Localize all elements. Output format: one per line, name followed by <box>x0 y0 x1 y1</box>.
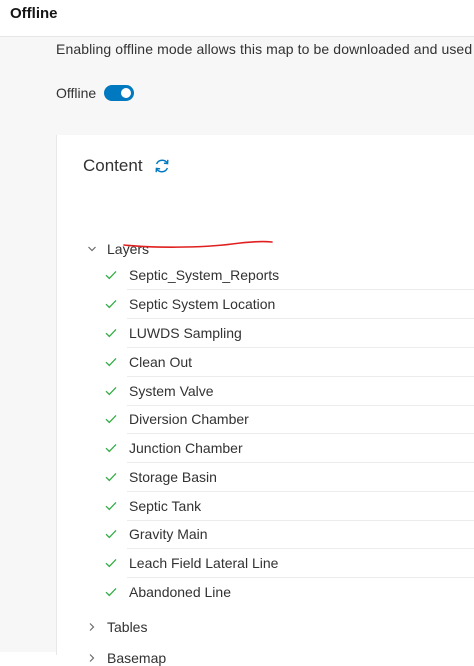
check-icon <box>105 386 117 396</box>
offline-description: Enabling offline mode allows this map to… <box>56 41 474 57</box>
check-icon <box>105 414 117 424</box>
layer-item[interactable]: Storage Basin <box>105 463 474 492</box>
page-title: Offline <box>10 5 58 22</box>
layer-item[interactable]: Gravity Main <box>105 520 474 549</box>
content-card: Content Layers Septic_System_Reports Sep… <box>56 135 474 666</box>
check-icon <box>105 501 117 511</box>
layer-item[interactable]: System Valve <box>105 377 474 406</box>
layer-item[interactable]: Junction Chamber <box>105 434 474 463</box>
layer-item[interactable]: Septic Tank <box>105 492 474 521</box>
check-icon <box>105 587 117 597</box>
check-icon <box>105 299 117 309</box>
layer-name: Abandoned Line <box>129 584 231 600</box>
layer-name: Septic Tank <box>127 492 474 521</box>
layer-item[interactable]: LUWDS Sampling <box>105 319 474 348</box>
check-icon <box>105 529 117 539</box>
tables-group-toggle[interactable]: Tables <box>87 619 147 635</box>
layer-item[interactable]: Diversion Chamber <box>105 405 474 434</box>
check-icon <box>105 443 117 453</box>
check-icon <box>105 472 117 482</box>
layer-name: System Valve <box>127 377 474 406</box>
chevron-right-icon <box>89 623 95 631</box>
layer-item[interactable]: Septic_System_Reports <box>105 261 474 290</box>
layer-name: Storage Basin <box>127 463 474 492</box>
check-icon <box>105 328 117 338</box>
offline-panel: Enabling offline mode allows this map to… <box>0 37 474 666</box>
layer-name: Leach Field Lateral Line <box>127 549 474 578</box>
layer-item[interactable]: Leach Field Lateral Line <box>105 549 474 578</box>
check-icon <box>105 357 117 367</box>
content-header: Content <box>83 156 171 176</box>
basemap-group-toggle[interactable]: Basemap <box>87 650 166 666</box>
layer-item[interactable]: Abandoned Line <box>105 578 474 606</box>
check-icon <box>105 558 117 568</box>
content-title: Content <box>83 156 143 175</box>
offline-toggle[interactable] <box>104 85 135 101</box>
offline-toggle-label: Offline <box>56 85 97 101</box>
check-icon <box>105 270 117 280</box>
layer-name: Septic_System_Reports <box>127 261 474 290</box>
layer-item[interactable]: Septic System Location <box>105 290 474 319</box>
layer-item[interactable]: Clean Out <box>105 348 474 377</box>
layer-name: Junction Chamber <box>127 434 474 463</box>
layers-group-toggle[interactable]: Layers <box>87 241 149 257</box>
refresh-icon[interactable] <box>153 157 171 175</box>
basemap-group-label: Basemap <box>107 650 167 666</box>
chevron-right-icon <box>89 654 95 662</box>
layers-group-label: Layers <box>107 241 150 257</box>
layer-name: Gravity Main <box>127 520 474 549</box>
layer-name: LUWDS Sampling <box>127 319 474 348</box>
layer-name: Septic System Location <box>127 290 474 319</box>
top-bar: Offline <box>0 0 474 37</box>
offline-toggle-row: Offline <box>56 83 135 103</box>
chevron-down-icon <box>88 246 96 252</box>
layer-name: Clean Out <box>127 348 474 377</box>
tables-group-label: Tables <box>107 619 148 635</box>
toggle-knob <box>121 88 132 98</box>
layer-name: Diversion Chamber <box>127 405 474 434</box>
